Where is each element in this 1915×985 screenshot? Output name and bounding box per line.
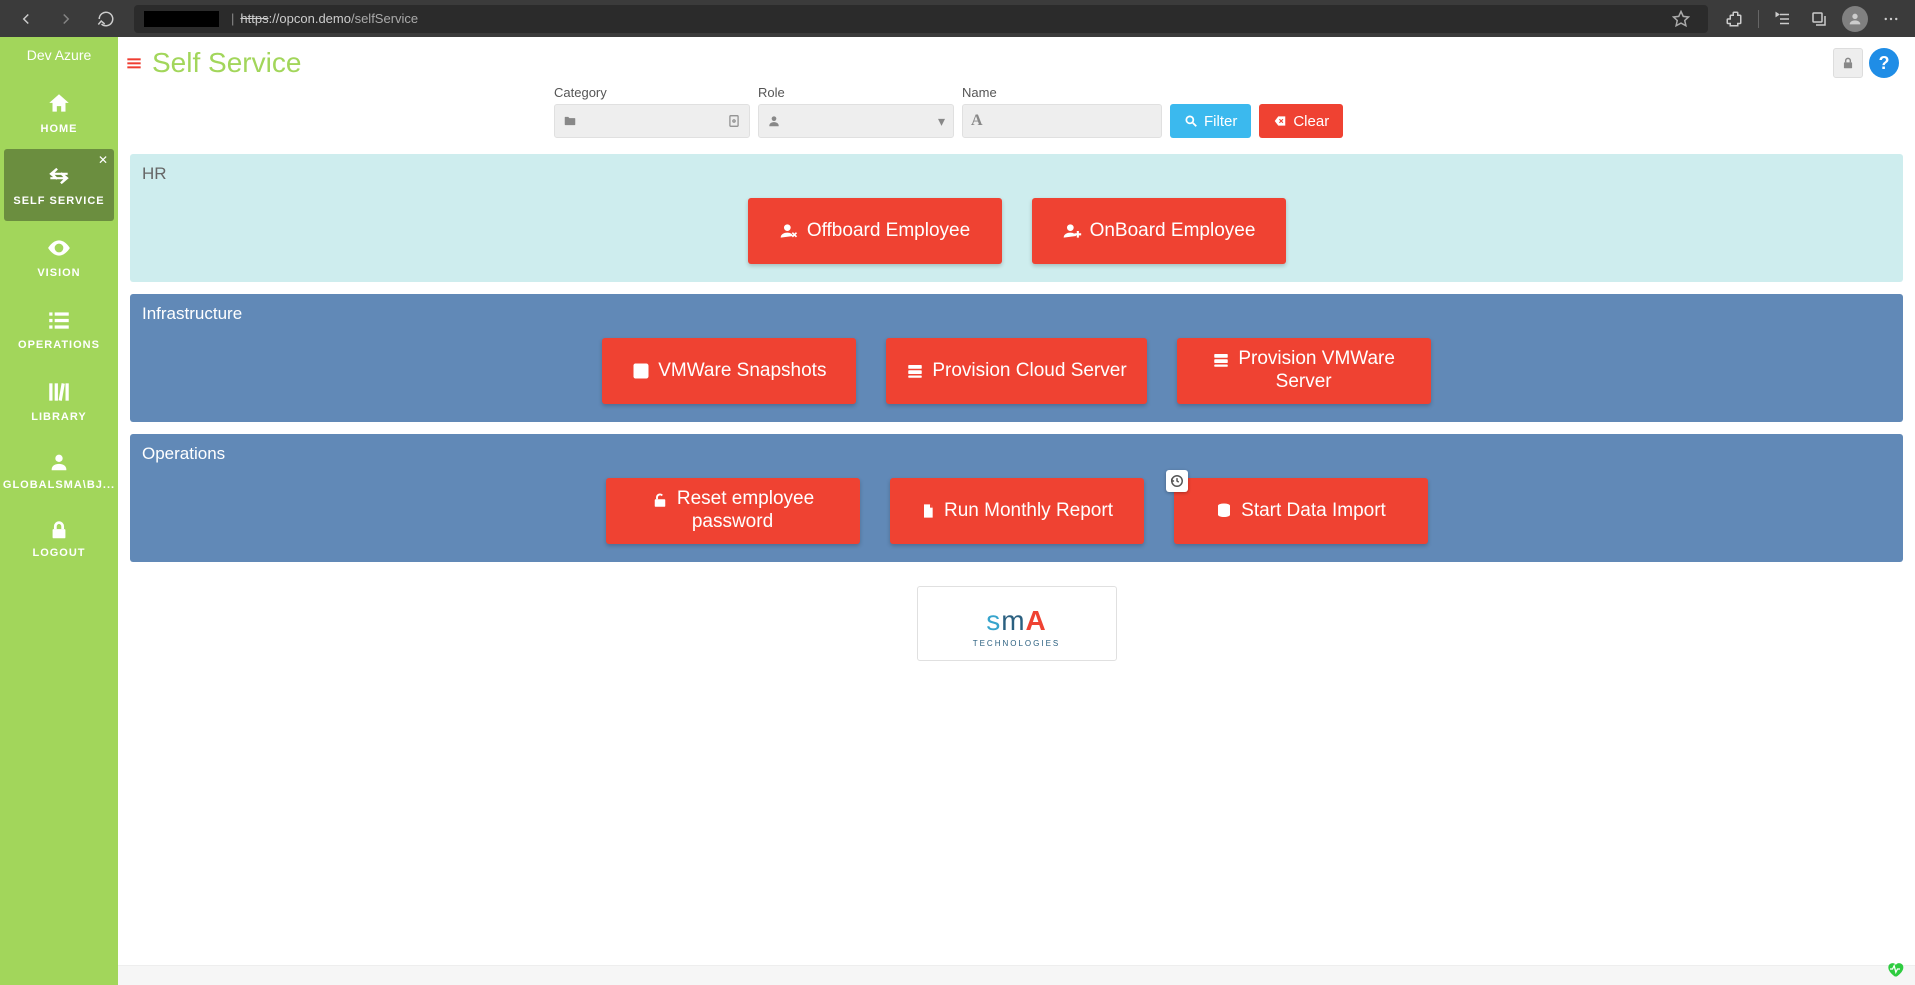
role-select[interactable]: ▾ (758, 104, 954, 138)
section-hr: HR Offboard Employee OnBoard Employee (130, 154, 1903, 282)
sidebar-item-logout[interactable]: LOGOUT (0, 505, 118, 573)
sidebar-item-library[interactable]: LIBRARY (0, 365, 118, 437)
browser-toolbar: | https://opcon.demo/selfService (0, 0, 1915, 37)
sidebar-brand: Dev Azure (27, 47, 92, 63)
redacted-block (144, 11, 219, 27)
lock-button[interactable] (1833, 48, 1863, 78)
chevron-down-icon: ▾ (938, 113, 945, 130)
category-select[interactable] (554, 104, 750, 138)
close-icon[interactable]: ✕ (98, 153, 108, 167)
eye-icon (46, 235, 72, 261)
menu-toggle-icon[interactable] (126, 55, 142, 71)
favorite-icon[interactable] (1672, 10, 1690, 28)
forward-button[interactable] (48, 4, 84, 34)
tile-reset-password[interactable]: Reset employee password (606, 478, 860, 544)
address-bar[interactable]: | https://opcon.demo/selfService (134, 5, 1708, 33)
sidebar-item-user[interactable]: GLOBALSMA\BJ... (0, 437, 118, 505)
category-label: Category (554, 85, 750, 100)
name-label: Name (962, 85, 1162, 100)
folder-icon (563, 114, 577, 128)
help-button[interactable]: ? (1869, 48, 1899, 78)
url-text: https://opcon.demo/selfService (240, 11, 418, 26)
tile-run-monthly-report[interactable]: Run Monthly Report (890, 478, 1144, 544)
sidebar: Dev Azure HOME ✕ SELF SERVICE VISION OP (0, 37, 118, 985)
sidebar-item-vision[interactable]: VISION (0, 221, 118, 293)
back-button[interactable] (8, 4, 44, 34)
tile-vmware-snapshots[interactable]: VMWare Snapshots (602, 338, 856, 404)
tile-onboard-employee[interactable]: OnBoard Employee (1032, 198, 1286, 264)
reload-button[interactable] (88, 4, 124, 34)
section-infrastructure: Infrastructure VMWare Snapshots Provisio… (130, 294, 1903, 422)
more-icon[interactable] (1875, 4, 1907, 34)
health-icon[interactable] (1885, 959, 1905, 979)
filter-bar: Category Role ▾ Name A (118, 85, 1915, 148)
tile-provision-vmware-server[interactable]: Provision VMWare Server (1177, 338, 1431, 404)
page-header: Self Service ? (118, 37, 1915, 85)
sidebar-item-self-service[interactable]: ✕ SELF SERVICE (4, 149, 114, 221)
clear-button[interactable]: Clear (1259, 104, 1343, 138)
sidebar-item-home[interactable]: HOME (0, 77, 118, 149)
tile-start-data-import[interactable]: Start Data Import (1174, 478, 1428, 544)
sidebar-item-operations[interactable]: OPERATIONS (0, 293, 118, 365)
section-ops-title: Operations (142, 444, 1891, 464)
role-label: Role (758, 85, 954, 100)
footer (118, 965, 1915, 985)
user-icon (48, 451, 70, 473)
exchange-icon (46, 163, 72, 189)
collections-icon[interactable] (1803, 4, 1835, 34)
section-operations: Operations Reset employee password Run M… (130, 434, 1903, 562)
list-icon (46, 307, 72, 333)
url-separator: | (231, 11, 234, 26)
history-badge-icon[interactable] (1166, 470, 1188, 492)
section-infra-title: Infrastructure (142, 304, 1891, 324)
favorites-icon[interactable] (1767, 4, 1799, 34)
sma-logo: smA TECHNOLOGIES (917, 586, 1117, 661)
text-icon: A (971, 112, 983, 130)
name-input[interactable]: A (962, 104, 1162, 138)
tile-offboard-employee[interactable]: Offboard Employee (748, 198, 1002, 264)
tile-provision-cloud-server[interactable]: Provision Cloud Server (886, 338, 1146, 404)
extensions-icon[interactable] (1718, 4, 1750, 34)
profile-avatar[interactable] (1839, 4, 1871, 34)
lock-icon (48, 519, 70, 541)
section-hr-title: HR (142, 164, 1891, 184)
library-icon (46, 379, 72, 405)
page-title: Self Service (152, 47, 1833, 79)
filter-button[interactable]: Filter (1170, 104, 1251, 138)
home-icon (46, 91, 72, 117)
book-icon (727, 114, 741, 128)
person-icon (767, 114, 781, 128)
